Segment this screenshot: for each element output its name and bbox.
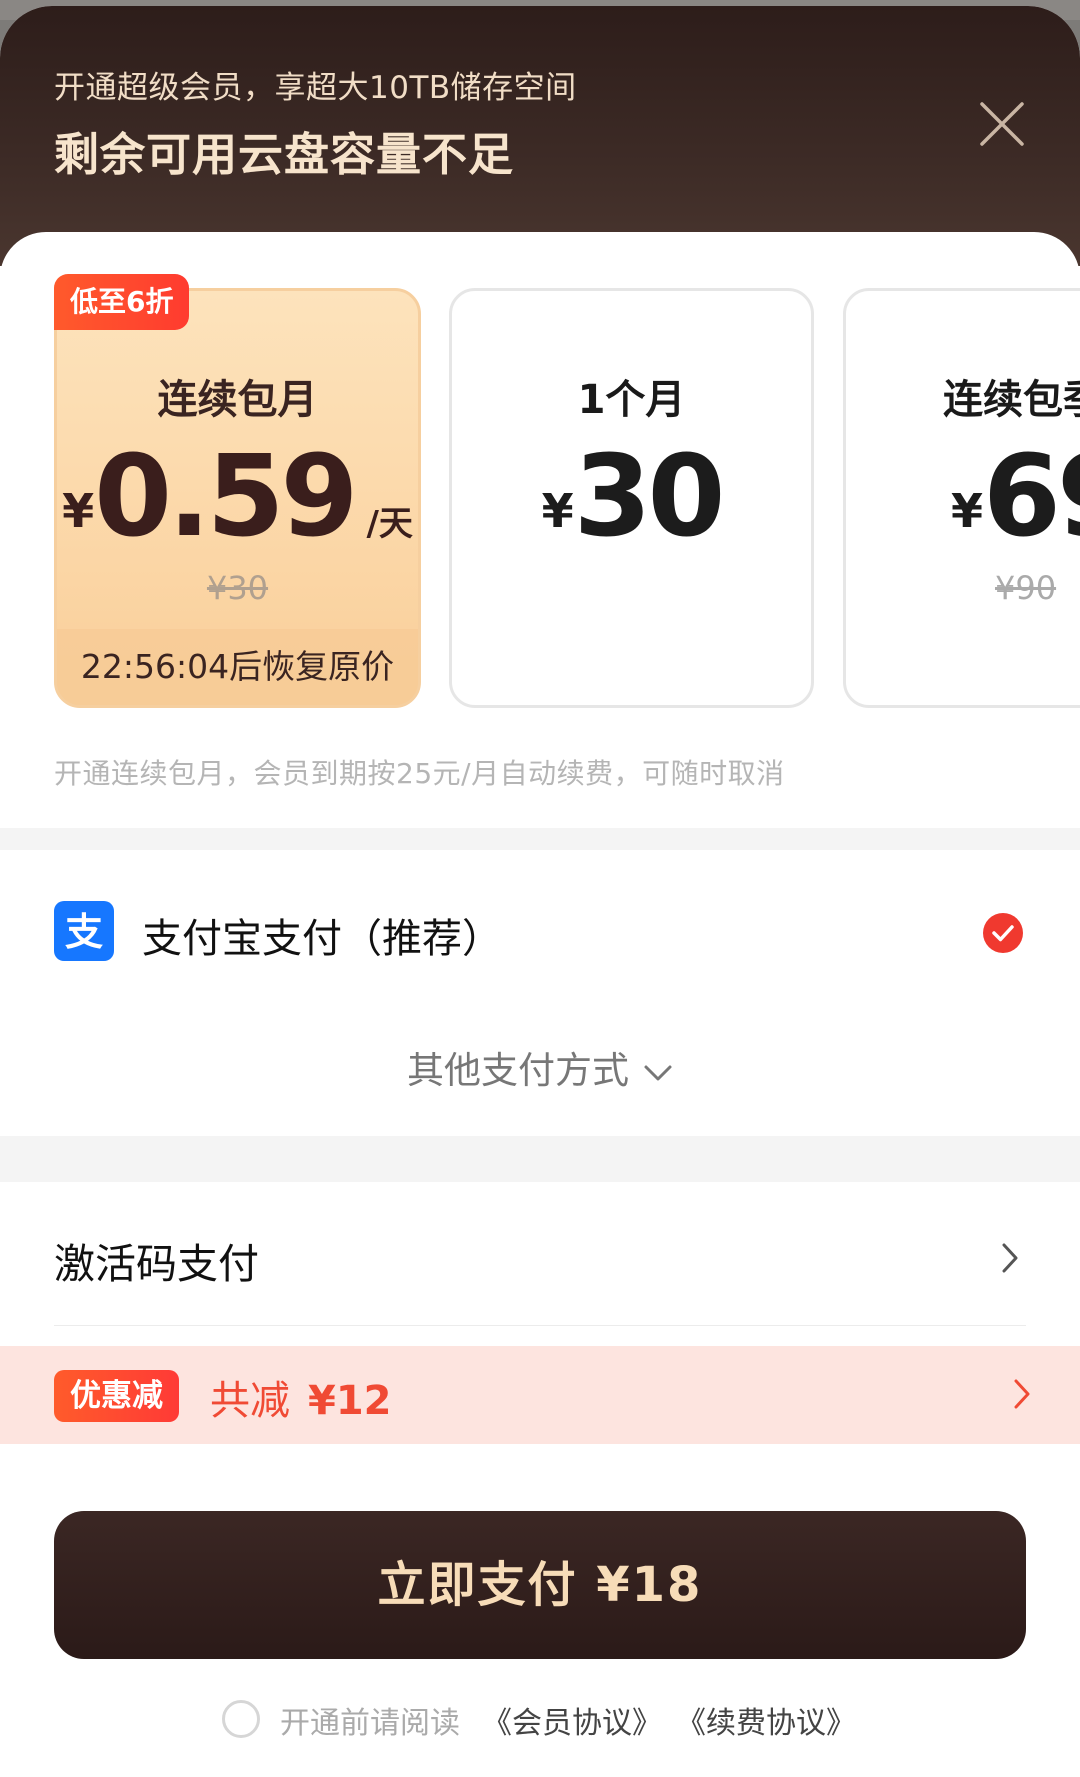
svg-text:支: 支	[65, 910, 103, 954]
price-amount: 30	[573, 432, 726, 562]
currency-symbol: ¥	[62, 484, 95, 538]
pay-now-label: 立即支付 ¥18	[377, 1557, 703, 1613]
original-price: ¥90	[995, 569, 1057, 607]
discount-badge: 低至6折	[54, 274, 190, 330]
agreement-prefix: 开通前请阅读	[280, 1706, 460, 1741]
plan-name: 1个月	[577, 377, 686, 423]
header-title: 剩余可用云盘容量不足	[54, 128, 515, 181]
original-price: ¥30	[206, 569, 269, 607]
price-amount: 69	[983, 432, 1080, 562]
pay-now-button[interactable]: 立即支付 ¥18	[54, 1511, 1026, 1659]
header-subtitle: 开通超级会员，享超大10TB储存空间	[54, 70, 577, 106]
alipay-icon: 支	[54, 901, 114, 961]
promo-prefix: 共减	[210, 1378, 290, 1424]
alipay-label: 支付宝支付（推荐）	[142, 916, 502, 962]
agreement-row: 开通前请阅读 《会员协议》 《续费协议》	[0, 1698, 1080, 1748]
promo-amount: ¥12	[308, 1378, 392, 1424]
renew-agreement-link[interactable]: 《续费协议》	[676, 1698, 856, 1742]
plan-name: 连续包季	[943, 377, 1080, 423]
currency-symbol: ¥	[951, 484, 984, 538]
alipay-option[interactable]: 支 支付宝支付（推荐）	[0, 880, 1080, 980]
chevron-right-icon	[1014, 1379, 1030, 1409]
plan-area: 连续包月 ¥0.59/天 ¥30 22:56:04后恢复原价 低至6折 1个月 …	[0, 232, 1080, 832]
close-button[interactable]	[976, 98, 1028, 150]
auto-renew-note: 开通连续包月，会员到期按25元/月自动续费，可随时取消	[54, 757, 785, 790]
price-unit: /天	[366, 504, 413, 544]
promo-tag: 优惠减	[54, 1370, 179, 1422]
section-divider	[0, 828, 1080, 850]
member-agreement-link[interactable]: 《会员协议》	[482, 1698, 662, 1742]
section-divider	[0, 1136, 1080, 1182]
activation-code-label: 激活码支付	[54, 1240, 259, 1288]
currency-symbol: ¥	[541, 484, 574, 538]
plan-card-quarterly-auto[interactable]: 连续包季 ¥69 ¥90	[843, 288, 1080, 708]
plan-card-monthly-auto[interactable]: 连续包月 ¥0.59/天 ¥30 22:56:04后恢复原价	[54, 288, 421, 708]
close-icon	[980, 102, 1024, 146]
sheet-header: 开通超级会员，享超大10TB储存空间 剩余可用云盘容量不足	[0, 6, 1080, 266]
plan-price: ¥0.59/天	[57, 441, 418, 553]
countdown-timer: 22:56:04后恢复原价	[57, 629, 418, 705]
check-icon	[983, 913, 1023, 953]
activation-code-row[interactable]: 激活码支付	[0, 1182, 1080, 1326]
other-payment-toggle[interactable]: 其他支付方式	[0, 1040, 1080, 1094]
plan-price: ¥69	[951, 441, 1080, 553]
other-payment-label: 其他支付方式	[407, 1049, 629, 1092]
plan-card-one-month[interactable]: 1个月 ¥30	[449, 288, 814, 708]
payment-screen: 开通超级会员，享超大10TB储存空间 剩余可用云盘容量不足 连续包月 ¥0.59…	[0, 0, 1080, 1777]
plan-price: ¥30	[452, 441, 811, 553]
plan-name: 连续包月	[157, 377, 318, 423]
agreement-radio[interactable]	[222, 1700, 260, 1738]
promo-row[interactable]: 优惠减 共减 ¥12	[0, 1346, 1080, 1444]
price-amount: 0.59	[94, 432, 358, 562]
chevron-right-icon	[1002, 1243, 1018, 1273]
chevron-down-icon	[644, 1065, 672, 1080]
promo-text: 共减 ¥12	[210, 1368, 392, 1426]
payment-sheet: 开通超级会员，享超大10TB储存空间 剩余可用云盘容量不足 连续包月 ¥0.59…	[0, 6, 1080, 1777]
row-divider	[54, 1325, 1026, 1326]
payment-methods: 支 支付宝支付（推荐） 其他支付方式	[0, 850, 1080, 1136]
